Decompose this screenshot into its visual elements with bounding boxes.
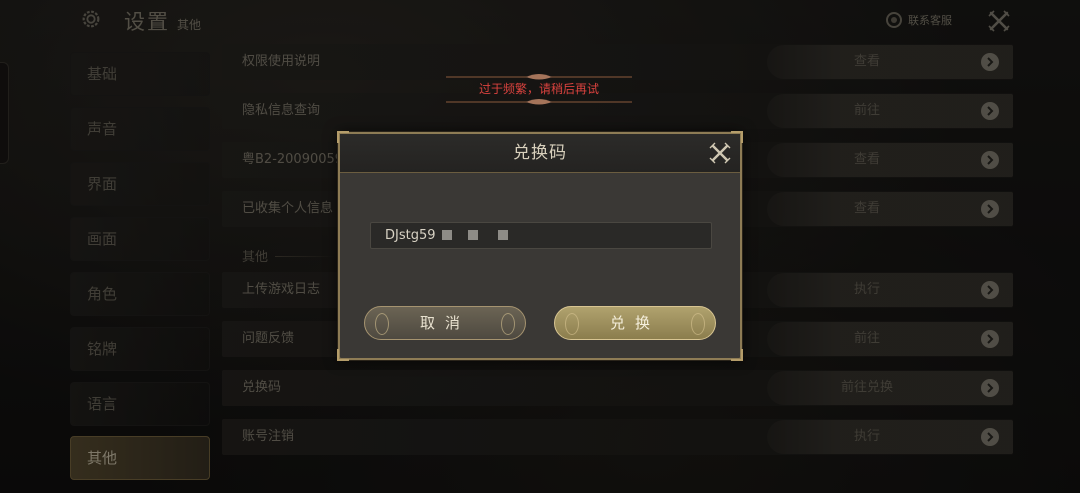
- redeem-label: 兑换: [609, 314, 660, 332]
- button-ornament: [691, 313, 705, 335]
- corner-ornament: [337, 349, 349, 361]
- toast: 过于频繁，请稍后再试: [446, 72, 632, 106]
- corner-ornament: [731, 349, 743, 361]
- redeem-code-dialog: 兑换码 DJstg59 取消 兑换: [337, 131, 743, 361]
- redacted-mask: [441, 230, 452, 240]
- redeem-code-value: DJstg59: [385, 228, 436, 243]
- cancel-label: 取消: [419, 314, 470, 332]
- button-ornament: [501, 313, 515, 335]
- button-ornament: [565, 313, 579, 335]
- button-ornament: [375, 313, 389, 335]
- close-icon[interactable]: [708, 141, 732, 165]
- redacted-mask: [497, 230, 508, 240]
- redeem-button[interactable]: 兑换: [554, 306, 716, 340]
- dialog-header: 兑换码: [340, 134, 740, 173]
- cancel-button[interactable]: 取消: [364, 306, 526, 340]
- redeem-code-input[interactable]: DJstg59: [370, 222, 712, 249]
- redacted-mask: [467, 230, 478, 240]
- dialog-title: 兑换码: [513, 143, 567, 163]
- toast-text: 过于频繁，请稍后再试: [478, 82, 599, 96]
